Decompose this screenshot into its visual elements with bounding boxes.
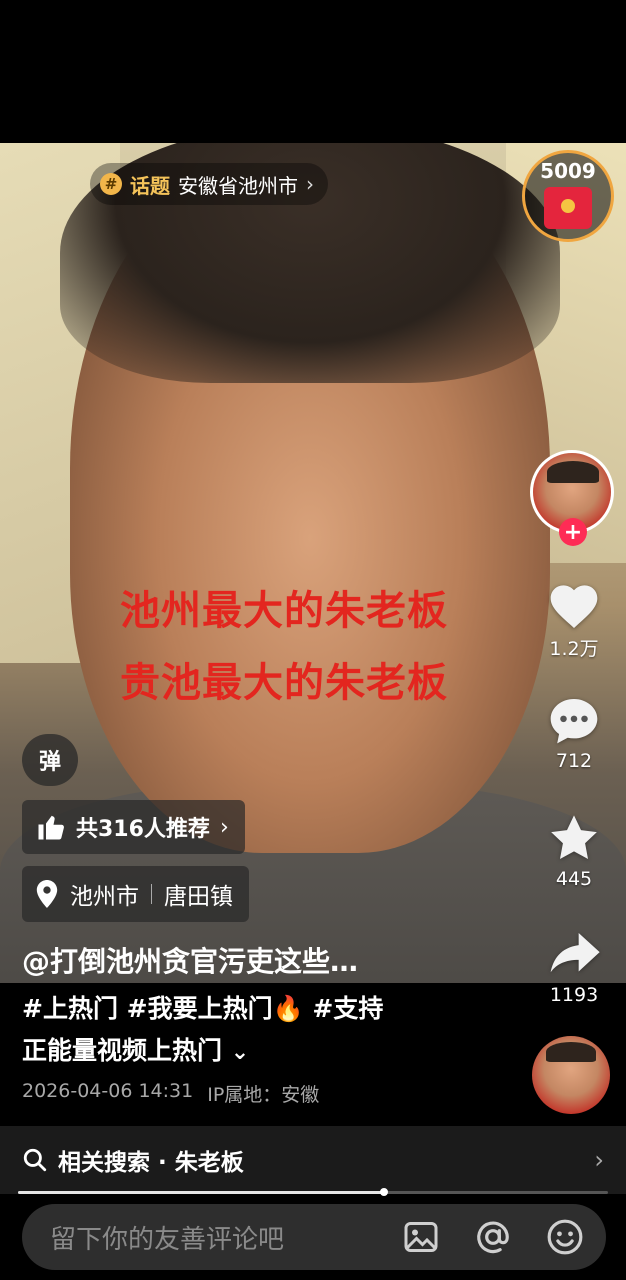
video-progress-bar[interactable] — [18, 1188, 608, 1196]
expand-chevron-icon[interactable]: ⌄ — [231, 1040, 249, 1065]
ip-location: IP属地：安徽 — [207, 1084, 320, 1106]
comment-input-bar[interactable]: 留下你的友善评论吧 — [22, 1204, 606, 1270]
like-button[interactable]: 1.2万 — [534, 578, 614, 661]
location-city: 池州市 — [70, 884, 139, 910]
author-name[interactable]: @打倒池州贪官污吏这些… — [22, 940, 358, 980]
mention-icon[interactable] — [468, 1212, 518, 1262]
comment-button[interactable]: 712 — [534, 694, 614, 772]
like-count: 1.2万 — [549, 638, 599, 660]
recommend-text: 共316人推荐 — [76, 817, 210, 842]
topic-link[interactable]: # 话题 安徽省池州市 › — [90, 163, 328, 205]
topic-text: 安徽省池州市 — [178, 173, 298, 198]
comment-bubble-icon — [550, 699, 598, 744]
description-line-2: 正能量视频上热门 — [22, 1036, 223, 1065]
favorite-button[interactable]: 445 — [534, 812, 614, 890]
video-description[interactable]: #上热门 #我要上热门🔥 #支持 正能量视频上热门 ⌄ — [22, 988, 492, 1074]
comment-count: 712 — [555, 750, 593, 772]
bottom-creator-avatar[interactable] — [532, 1036, 610, 1114]
comment-placeholder[interactable]: 留下你的友善评论吧 — [50, 1219, 374, 1256]
share-count: 1193 — [549, 984, 599, 1006]
recommend-pill[interactable]: 共316人推荐 › — [22, 800, 245, 854]
red-packet-count: 5009 — [540, 159, 596, 183]
post-meta: 2026-04-06 14:31 IP属地：安徽 — [22, 1080, 319, 1107]
heart-icon — [550, 585, 598, 629]
red-packet-button[interactable]: 5009 — [522, 150, 614, 242]
description-line-1: #上热门 #我要上热门🔥 #支持 — [22, 994, 384, 1023]
divider — [151, 884, 152, 904]
post-datetime: 2026-04-06 14:31 — [22, 1080, 194, 1102]
thumbs-up-icon — [38, 815, 64, 840]
location-pin-icon — [36, 880, 58, 908]
topic-tag-label: 话题 — [130, 173, 170, 198]
chevron-right-icon: › — [306, 172, 314, 196]
emoji-icon[interactable] — [540, 1212, 590, 1262]
danmu-toggle-button[interactable]: 弹 — [22, 734, 78, 786]
related-search-label: 相关搜索 · 朱老板 — [58, 1150, 244, 1176]
chevron-right-icon: › — [219, 814, 229, 840]
star-icon — [551, 815, 597, 860]
red-packet-icon — [544, 187, 592, 229]
share-button[interactable]: 1193 — [534, 928, 614, 1006]
search-icon — [23, 1148, 47, 1172]
location-pill[interactable]: 池州市 唐田镇 — [22, 866, 249, 922]
follow-plus-icon[interactable]: + — [559, 518, 587, 546]
location-town: 唐田镇 — [164, 884, 233, 910]
hashtag-icon: # — [100, 173, 122, 195]
top-black-area — [0, 0, 626, 143]
share-arrow-icon — [550, 933, 600, 973]
video-frame[interactable] — [0, 143, 626, 983]
progress-knob[interactable] — [379, 1188, 388, 1196]
image-icon[interactable] — [396, 1212, 446, 1262]
progress-fill — [18, 1191, 384, 1194]
favorite-count: 445 — [555, 868, 593, 890]
related-search-bar[interactable]: 相关搜索 · 朱老板 › — [0, 1126, 626, 1194]
overlay-caption-line-2: 贵池最大的朱老板 — [120, 660, 448, 706]
chevron-right-icon: › — [594, 1146, 604, 1174]
overlay-caption-line-1: 池州最大的朱老板 — [120, 588, 448, 634]
